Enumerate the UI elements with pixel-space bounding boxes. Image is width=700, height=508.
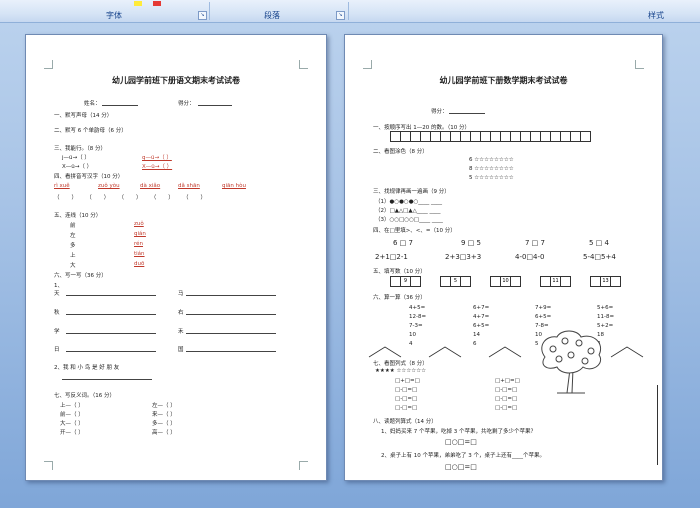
question-4: 四、看拼音写汉字（10 分） xyxy=(54,174,124,180)
number-bond-shape xyxy=(428,346,462,358)
match-left-item: 大 xyxy=(70,263,76,269)
question-8: 八、读题列算式（14 分） xyxy=(373,419,437,425)
pinyin-answer-row[interactable]: （ ） （ ） （ ） （ ） （ ） xyxy=(54,193,207,201)
q3-item: X—ü→（ ） xyxy=(62,164,93,170)
styles-group-label: 样式 xyxy=(648,11,664,20)
margin-corner-mark xyxy=(44,60,53,69)
write-line[interactable] xyxy=(66,314,156,315)
margin-corner-mark xyxy=(299,60,308,69)
write-line[interactable] xyxy=(186,333,276,334)
q6-part1: 1、 xyxy=(54,283,63,289)
margin-corner-mark xyxy=(44,461,53,470)
ribbon-separator xyxy=(348,2,349,20)
score-blank[interactable] xyxy=(198,105,232,106)
document-page-left[interactable]: 幼儿园学前班下册语文期末考试试卷 姓名： 得分： 一、默写声母（14 分） 二、… xyxy=(25,34,327,481)
number-bond-shape xyxy=(610,346,644,358)
antonym-item: 开—（ ） xyxy=(60,430,84,436)
antonym-item: 上—（ ） xyxy=(60,403,84,409)
equation-blank[interactable]: □-□=□ xyxy=(395,396,417,402)
pinyin-item: dǎ shān xyxy=(178,183,200,189)
pinyin-item: qiān hòu xyxy=(222,183,246,189)
font-group-label: 字体 xyxy=(106,11,122,20)
equation-blank[interactable]: □-□=□ xyxy=(395,405,417,411)
write-char: 学 xyxy=(54,329,60,335)
equation-blank[interactable]: □-□=□ xyxy=(495,405,517,411)
font-color-swatch[interactable] xyxy=(153,1,161,6)
question-5: 五、连线（10 分） xyxy=(54,213,102,219)
write-line[interactable] xyxy=(186,295,276,296)
match-left-item: 上 xyxy=(70,253,76,259)
highlight-color-swatch[interactable] xyxy=(134,1,142,6)
equation-blank[interactable]: □-□=□ xyxy=(395,387,417,393)
question-3: 三、我能行。（8 分） xyxy=(54,146,106,152)
q3-item: q—ü→（ ） xyxy=(142,155,172,161)
antonym-item: 多—（ ） xyxy=(152,421,176,427)
write-char: 秋 xyxy=(54,310,60,316)
match-right-item: tián xyxy=(134,251,145,257)
question-2: 二、默写 6 个单韵母（6 分） xyxy=(54,128,127,134)
match-right-item: rén xyxy=(134,241,144,247)
antonym-item: 大—（ ） xyxy=(60,421,84,427)
number-bond-diagram xyxy=(368,346,644,358)
word-problem-2: 2、桌子上有 10 个苹果，弟弟吃了 3 个，桌子上还有____个苹果。 xyxy=(381,453,545,459)
question-7: 七、写反义词。（16 分） xyxy=(54,393,115,399)
margin-corner-mark xyxy=(299,461,308,470)
match-left-item: 多 xyxy=(70,243,76,249)
document-page-right[interactable]: 幼儿园学前班下册数学期末考试试卷 得分： 一、按顺序写出 1—20 的数。（10… xyxy=(344,34,663,481)
antonym-item: 高—（ ） xyxy=(152,430,176,436)
match-right-item: qián xyxy=(134,231,146,237)
answer-equation[interactable]: □○□=□ xyxy=(445,463,477,471)
equation-blank[interactable]: □+□=□ xyxy=(395,378,420,384)
score-label: 得分： xyxy=(178,101,195,107)
write-line[interactable] xyxy=(186,351,276,352)
write-char: 禾 xyxy=(178,329,184,335)
paragraph-group-label: 段落 xyxy=(264,11,280,20)
paragraph-dialog-launcher-icon[interactable]: ↘ xyxy=(336,11,345,20)
question-1: 一、默写声母（14 分） xyxy=(54,113,113,119)
q6-part2: 2、我 和 小 鸟 是 好 朋 友 xyxy=(54,365,120,371)
font-dialog-launcher-icon[interactable]: ↘ xyxy=(198,11,207,20)
pinyin-item: dà xiǎo xyxy=(140,183,161,189)
star-picture: ★★★★ ☆☆☆☆☆☆ xyxy=(375,368,427,374)
write-line[interactable] xyxy=(186,314,276,315)
antonym-item: 左—（ ） xyxy=(152,403,176,409)
equation-blank[interactable]: □-□=□ xyxy=(495,387,517,393)
pinyin-item: zuǒ yòu xyxy=(98,183,120,189)
ribbon: 字体 ↘ 段落 ↘ 样式 xyxy=(0,0,700,23)
ribbon-separator xyxy=(209,2,210,20)
number-bond-shape xyxy=(488,346,522,358)
word-problem-1: 1、妈妈买来 7 个苹果，吃掉 3 个苹果，共吃剩了多少个苹果？ xyxy=(381,429,536,435)
apple-tree-picture xyxy=(541,330,601,394)
write-char: 右 xyxy=(178,310,184,316)
q3-item: j—ü→（ ） xyxy=(62,155,90,161)
write-char: 日 xyxy=(54,347,60,353)
equation-blank[interactable]: □+□=□ xyxy=(495,378,520,384)
match-left-item: 前 xyxy=(70,223,76,229)
write-line[interactable] xyxy=(66,333,156,334)
write-char: 国 xyxy=(178,347,184,353)
equation-blank[interactable]: □-□=□ xyxy=(495,396,517,402)
antonym-item: 来—（ ） xyxy=(152,412,176,418)
answer-equation[interactable]: □○□=□ xyxy=(445,438,477,446)
name-blank[interactable] xyxy=(102,105,138,106)
write-line[interactable] xyxy=(62,379,152,380)
write-line[interactable] xyxy=(66,351,156,352)
question-7: 七、看图列式（8 分） xyxy=(373,361,428,367)
match-right-item: duō xyxy=(134,261,145,267)
write-char: 马 xyxy=(178,291,184,297)
q3-item: X—ü→（ ） xyxy=(142,164,173,170)
antonym-item: 前—（ ） xyxy=(60,412,84,418)
match-left-item: 左 xyxy=(70,233,76,239)
pinyin-item: rì xuě xyxy=(54,183,70,189)
name-label: 姓名： xyxy=(84,101,101,107)
write-char: 天 xyxy=(54,291,60,297)
match-right-item: zuǒ xyxy=(134,221,144,227)
question-6: 六、写一写（36 分） xyxy=(54,273,107,279)
page-title: 幼儿园学前班下册语文期末考试试卷 xyxy=(112,76,240,85)
write-line[interactable] xyxy=(66,295,156,296)
number-bond-shape xyxy=(368,346,402,358)
